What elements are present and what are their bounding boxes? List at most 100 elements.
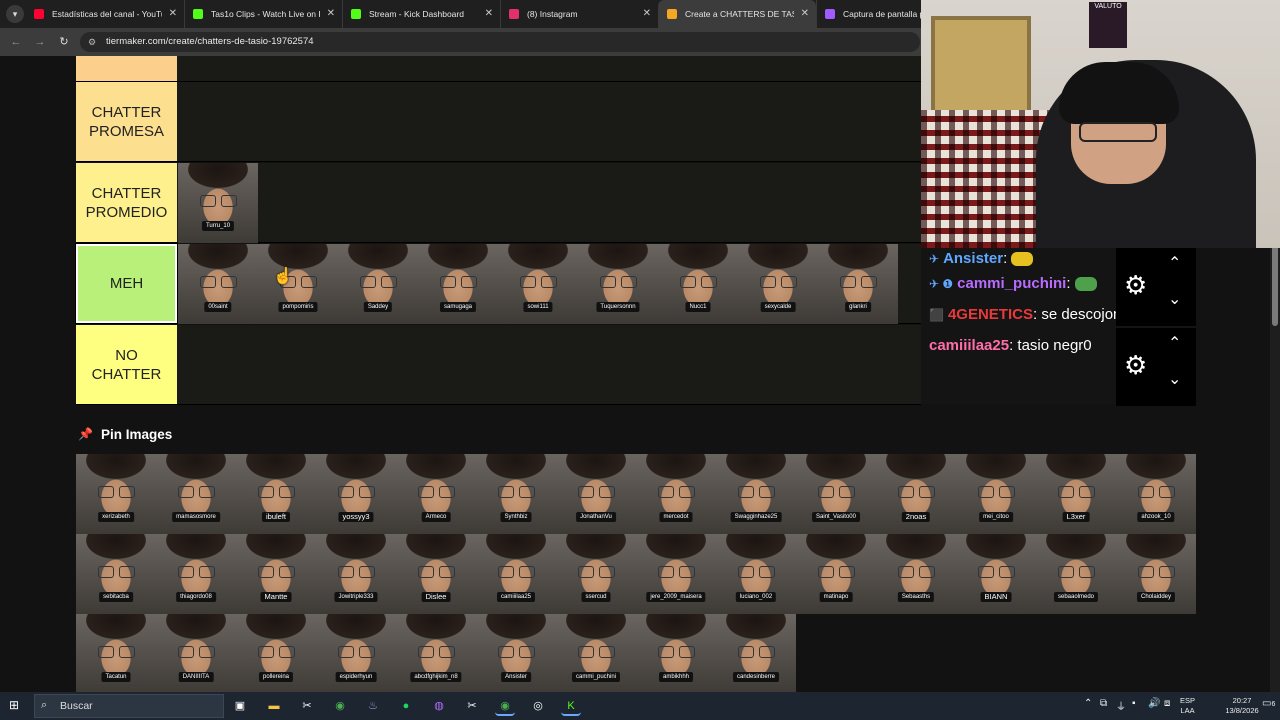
- chatter-image[interactable]: Dislee: [396, 534, 476, 614]
- chatter-image[interactable]: thiagordo08: [156, 534, 236, 614]
- chatter-image[interactable]: Turru_10: [178, 163, 258, 243]
- tier-label[interactable]: [76, 56, 177, 81]
- chatter-image[interactable]: matinapo: [796, 534, 876, 614]
- browser-tab[interactable]: Stream - Kick Dashboard ✕: [342, 0, 500, 28]
- chatter-image[interactable]: jere_2009_maisera: [636, 534, 716, 614]
- chatter-image[interactable]: sexycalde: [738, 244, 818, 324]
- chrome-icon[interactable]: ◉: [495, 696, 515, 716]
- kick-icon[interactable]: K: [561, 696, 581, 716]
- chatter-image[interactable]: Cholaiddey: [1116, 534, 1196, 614]
- browser-tab[interactable]: Tas1o Clips - Watch Live on Kick ✕: [184, 0, 342, 28]
- notification-icon[interactable]: ▭6: [1262, 698, 1275, 709]
- tier-label[interactable]: CHATTER PROMEDIO: [76, 163, 177, 242]
- reload-icon[interactable]: ↻: [56, 34, 72, 50]
- chevron-up-icon[interactable]: ⌃: [1168, 336, 1181, 352]
- browser-tab[interactable]: Estadísticas del canal - YouTube ✕: [26, 0, 184, 28]
- tab-close-icon[interactable]: ✕: [327, 0, 335, 28]
- chatter-image[interactable]: Swagginhaze25: [716, 454, 796, 534]
- chatter-image[interactable]: BIANN: [956, 534, 1036, 614]
- chatter-image[interactable]: DANIIIITA: [156, 614, 236, 692]
- forward-arrow-icon[interactable]: →: [32, 34, 48, 50]
- chatter-image[interactable]: mei_citoo: [956, 454, 1036, 534]
- tab-close-icon[interactable]: ✕: [801, 0, 809, 28]
- chatter-image[interactable]: camiiilaa25: [476, 534, 556, 614]
- pin-images-toggle[interactable]: 📌 Pin Images: [78, 424, 172, 444]
- usb-icon[interactable]: ⏚: [1116, 698, 1126, 713]
- chatter-image[interactable]: Tacatun: [76, 614, 156, 692]
- tier-label[interactable]: CHATTER PROMESA: [76, 82, 177, 161]
- chevron-up-icon[interactable]: ⌃: [1168, 256, 1181, 272]
- chatter-image[interactable]: Sebaasths: [876, 534, 956, 614]
- volume-icon[interactable]: 🔊: [1148, 698, 1160, 709]
- browser-tab[interactable]: Create a CHATTERS DE TASIO T ✕: [658, 0, 816, 28]
- chatter-image[interactable]: 2noas: [876, 454, 956, 534]
- chatter-image[interactable]: JonathanVu: [556, 454, 636, 534]
- chatter-image[interactable]: glankri: [818, 244, 898, 324]
- chatter-image[interactable]: espiderhyun: [316, 614, 396, 692]
- chatter-image[interactable]: Ansister: [476, 614, 556, 692]
- chatter-image[interactable]: mercedot: [636, 454, 716, 534]
- chrome-icon[interactable]: ◉: [330, 696, 350, 716]
- chatter-image[interactable]: ssercud: [556, 534, 636, 614]
- chatter-image[interactable]: Armeco: [396, 454, 476, 534]
- chatter-image[interactable]: abcdfghijkim_n8: [396, 614, 476, 692]
- chatter-image[interactable]: Synthbiz: [476, 454, 556, 534]
- tier-label[interactable]: MEH: [75, 243, 178, 324]
- chatter-image[interactable]: cammi_puchini: [556, 614, 636, 692]
- tray-app-icon[interactable]: ⧉: [1100, 698, 1107, 709]
- chatter-image[interactable]: ambikhhh: [636, 614, 716, 692]
- language-indicator[interactable]: ESP LAA: [1180, 696, 1195, 716]
- chatter-image[interactable]: luciano_002: [716, 534, 796, 614]
- back-arrow-icon[interactable]: ←: [8, 34, 24, 50]
- chevron-down-icon[interactable]: ⌄: [1168, 292, 1181, 308]
- chatter-image[interactable]: Jowitriple333: [316, 534, 396, 614]
- chatter-image[interactable]: L3xer: [1036, 454, 1116, 534]
- capcut-icon[interactable]: ✂: [297, 696, 317, 716]
- tab-close-icon[interactable]: ✕: [485, 0, 493, 28]
- chatter-image[interactable]: pollereina: [236, 614, 316, 692]
- chatter-image[interactable]: sebitacba: [76, 534, 156, 614]
- chevron-up-icon[interactable]: ⌃: [1084, 698, 1092, 709]
- messenger-icon[interactable]: ◍: [429, 696, 449, 716]
- taskbar-search[interactable]: ⌕ Buscar: [34, 694, 224, 718]
- url-text[interactable]: tiermaker.com/create/chatters-de-tasio-1…: [106, 32, 314, 52]
- gear-icon[interactable]: ⚙: [1124, 350, 1147, 380]
- chatter-image[interactable]: sowi111: [498, 244, 578, 324]
- file-explorer-icon[interactable]: ▬: [264, 696, 284, 716]
- tier-items[interactable]: Turru_10: [178, 163, 258, 243]
- task-view-icon[interactable]: ▣: [230, 696, 250, 716]
- spotify-icon[interactable]: ●: [396, 696, 416, 716]
- tier-label[interactable]: NO CHATTER: [76, 325, 177, 404]
- chatter-image[interactable]: Nucc1: [658, 244, 738, 324]
- browser-tab[interactable]: (8) Instagram ✕: [500, 0, 658, 28]
- chatter-image[interactable]: ahzook_10: [1116, 454, 1196, 534]
- camera-icon[interactable]: ▪: [1132, 698, 1136, 709]
- chatter-image[interactable]: candesinberre: [716, 614, 796, 692]
- capcut-icon[interactable]: ✂: [462, 696, 482, 716]
- network-icon[interactable]: ⧈: [1164, 698, 1170, 709]
- chatter-image[interactable]: 00saint: [178, 244, 258, 324]
- chatter-image[interactable]: Tuquersonnn: [578, 244, 658, 324]
- site-info-icon[interactable]: ⚙: [88, 36, 98, 48]
- tab-close-icon[interactable]: ✕: [643, 0, 651, 28]
- chatter-image[interactable]: ibuleft: [236, 454, 316, 534]
- chatter-image[interactable]: Saddey: [338, 244, 418, 324]
- obs-icon[interactable]: ◎: [528, 696, 548, 716]
- chatter-image[interactable]: mamasosmore: [156, 454, 236, 534]
- chatter-image[interactable]: pompomiris: [258, 244, 338, 324]
- chatter-image[interactable]: sebaaolmedo: [1036, 534, 1116, 614]
- clock[interactable]: 20:27 13/8/2026: [1222, 696, 1262, 716]
- windows-start-icon[interactable]: ⊞: [9, 698, 23, 712]
- chevron-down-icon[interactable]: ⌄: [1168, 372, 1181, 388]
- chatter-name: Tacatun: [101, 672, 131, 682]
- chatter-image[interactable]: xerizabeth: [76, 454, 156, 534]
- tab-search-dropdown-icon[interactable]: ▾: [6, 5, 24, 23]
- chatter-image[interactable]: yossyy3: [316, 454, 396, 534]
- chatter-image[interactable]: Mantte: [236, 534, 316, 614]
- gear-icon[interactable]: ⚙: [1124, 270, 1147, 300]
- address-bar[interactable]: ⚙ tiermaker.com/create/chatters-de-tasio…: [80, 32, 920, 52]
- chatter-image[interactable]: samugaga: [418, 244, 498, 324]
- chatter-image[interactable]: Saint_Vasito00: [796, 454, 876, 534]
- tab-close-icon[interactable]: ✕: [169, 0, 177, 28]
- steam-icon[interactable]: ♨: [363, 696, 383, 716]
